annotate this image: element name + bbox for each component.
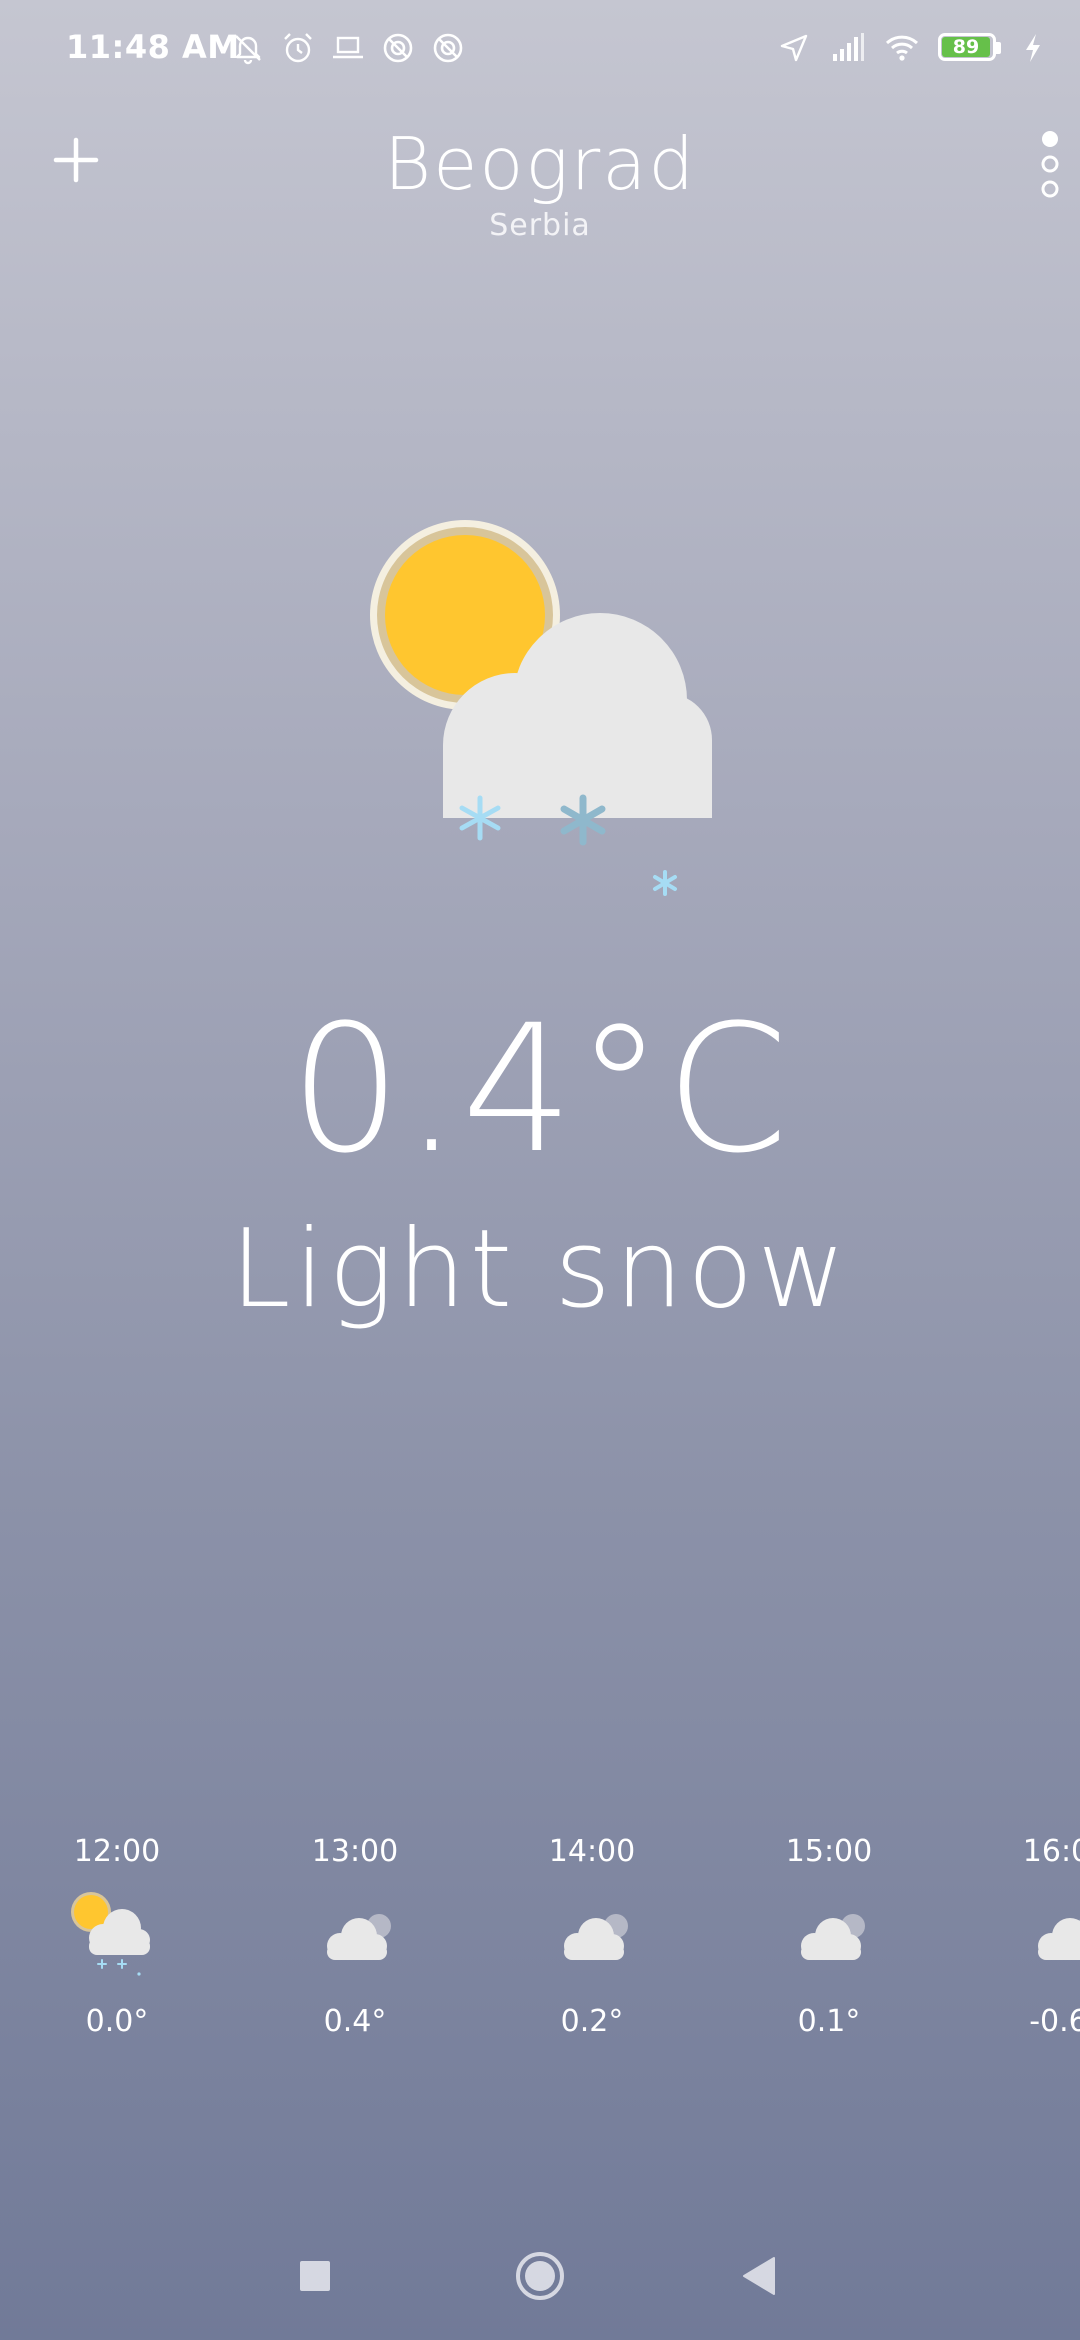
hourly-item: 15:00 0.1°: [744, 1830, 914, 2044]
hour-time: 16:00: [1022, 1834, 1080, 1869]
block-icon: [383, 33, 413, 63]
hour-time: 14:00: [548, 1834, 636, 1869]
hourly-item: 14:00 0.2°: [507, 1830, 677, 2044]
more-vertical-button[interactable]: [1032, 124, 1068, 204]
alarm-icon: [284, 33, 312, 63]
location-arrow-icon: [780, 34, 808, 62]
hourly-item: 16:00 -0.6°: [981, 1830, 1080, 2044]
sun-cloud-snow-icon: [370, 520, 712, 896]
system-navigation-bar: [0, 2220, 1080, 2340]
hour-time: 13:00: [311, 1834, 399, 1869]
battery-icon: 89: [938, 31, 1004, 65]
block-icon: [433, 33, 463, 63]
cloudy-icon: [1038, 1918, 1080, 1960]
hour-time: 15:00: [785, 1834, 873, 1869]
signal-icon: [833, 33, 864, 61]
battery-level: 89: [952, 36, 980, 58]
hour-temperature: 0.1°: [797, 2004, 861, 2039]
hour-time: 12:00: [73, 1834, 161, 1869]
status-bar: 11:48 AM 89: [0, 0, 1080, 100]
current-temperature: 0.4°C: [289, 987, 791, 1192]
current-condition: Light snow: [230, 1207, 850, 1332]
status-system-icons: 89: [776, 30, 1044, 66]
status-time: 11:48 AM: [66, 28, 240, 66]
home-button[interactable]: [510, 2246, 570, 2306]
hour-temperature: 0.0°: [85, 2004, 149, 2039]
recents-button[interactable]: [285, 2246, 345, 2306]
country-name: Serbia: [489, 208, 591, 243]
cloudy-icon: [327, 1914, 391, 1960]
bell-off-icon: [235, 35, 261, 65]
hourly-item: 13:00 0.4°: [270, 1830, 440, 2044]
hourly-item: 12:00 0.0°: [32, 1830, 202, 2044]
cloudy-icon: [801, 1914, 865, 1960]
charging-icon: [1026, 34, 1040, 62]
hour-temperature: -0.6°: [1029, 2004, 1080, 2039]
back-button[interactable]: [730, 2246, 790, 2306]
hour-temperature: 0.2°: [560, 2004, 624, 2039]
sun-cloud-snow-icon: [71, 1892, 150, 1976]
hour-temperature: 0.4°: [323, 2004, 387, 2039]
hourly-forecast[interactable]: 12:00 0.0° 13:00 0.4° 14:00 0.2° 15:00 0…: [0, 1830, 1080, 2090]
city-name: Beograd: [383, 122, 697, 206]
laptop-icon: [333, 36, 363, 59]
wifi-icon: [885, 35, 919, 61]
cloudy-icon: [564, 1914, 628, 1960]
status-notification-icons: [230, 30, 466, 66]
